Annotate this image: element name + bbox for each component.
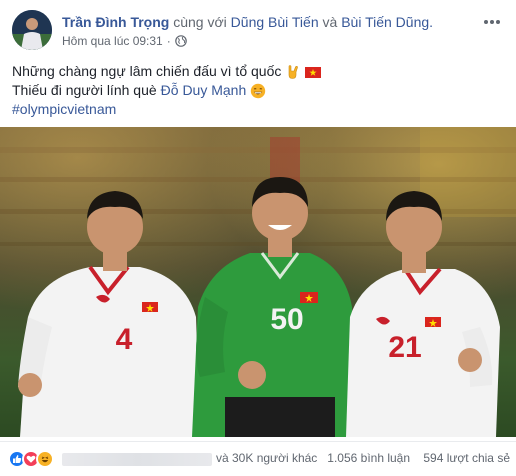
with-text: cùng với (173, 14, 227, 30)
post-text-line-1-text: Những chàng ngự lâm chiến đấu vì tổ quốc (12, 63, 282, 79)
shirt-number-right: 21 (388, 331, 421, 364)
post-text-line-3: #olympicvietnam (12, 100, 504, 119)
more-options-icon[interactable] (482, 14, 502, 24)
post-title-line: Trần Đình Trọng cùng với Dũng Bùi Tiến v… (62, 13, 482, 31)
facebook-post: Trần Đình Trọng cùng với Dũng Bùi Tiến v… (0, 0, 516, 476)
post-text-line-2-text: Thiếu đi người lính què (12, 82, 157, 98)
rock-hand-icon (285, 64, 301, 80)
tagged-friend-1-link[interactable]: Dũng Bùi Tiến (231, 14, 319, 30)
post-meta: Trần Đình Trọng cùng với Dũng Bùi Tiến v… (62, 13, 482, 49)
reaction-icons[interactable] (8, 450, 54, 468)
post-text: Những chàng ngự lâm chiến đấu vì tổ quốc… (12, 62, 504, 119)
reactor-names-redacted (62, 453, 212, 466)
comments-count-link[interactable]: 1.056 bình luận (327, 451, 410, 465)
timestamp-link[interactable]: Hôm qua lúc 09:31 (62, 33, 163, 49)
shirt-number-middle: 50 (270, 303, 303, 336)
post-photo[interactable]: 4 50 21 (0, 127, 516, 437)
and-text: và (322, 14, 338, 30)
vietnam-flag-icon (305, 64, 322, 80)
globe-icon[interactable] (174, 35, 187, 47)
post-text-line-2: Thiếu đi người lính què Đỗ Duy Mạnh (12, 81, 504, 100)
tagged-friend-2-link[interactable]: Bùi Tiến Dũng. (341, 14, 433, 30)
post-text-line-1: Những chàng ngự lâm chiến đấu vì tổ quốc (12, 62, 504, 81)
shares-count-link[interactable]: 594 lượt chia sẻ (423, 451, 510, 465)
post-subline: Hôm qua lúc 09:31 · (62, 33, 482, 49)
post-footer: và 30K người khác 1.056 bình luận 594 lư… (0, 441, 516, 473)
shirt-number-left: 4 (116, 323, 133, 356)
haha-icon (36, 450, 54, 468)
separator-dot: · (166, 34, 171, 48)
author-name-link[interactable]: Trần Đình Trọng (62, 14, 169, 30)
reaction-count-link[interactable]: và 30K người khác (216, 451, 317, 465)
grin-icon (250, 83, 266, 99)
mention-link[interactable]: Đỗ Duy Mạnh (161, 81, 247, 100)
post-header: Trần Đình Trọng cùng với Dũng Bùi Tiến v… (12, 10, 504, 56)
engagement-counts: 1.056 bình luận 594 lượt chia sẻ (317, 451, 510, 465)
hashtag-link[interactable]: #olympicvietnam (12, 100, 116, 119)
avatar[interactable] (12, 10, 52, 50)
